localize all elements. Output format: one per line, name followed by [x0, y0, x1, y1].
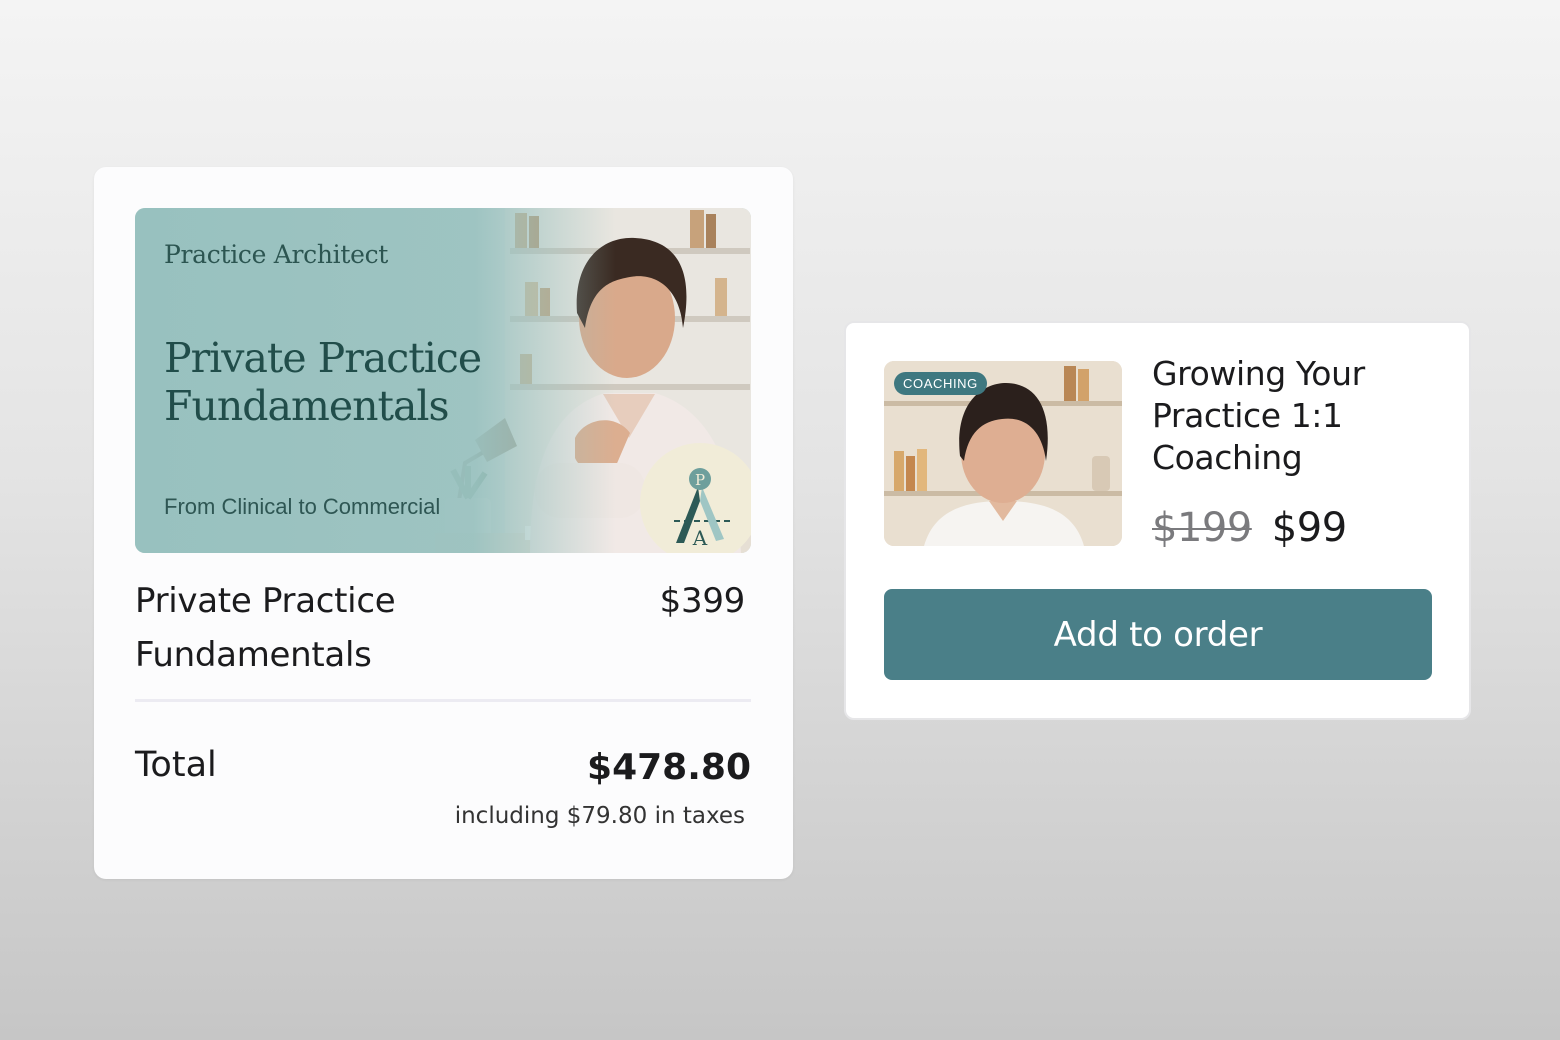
- banner-brand: Practice Architect: [164, 240, 389, 269]
- banner-subtitle: From Clinical to Commercial: [164, 494, 441, 519]
- total-value: $478.80: [587, 747, 751, 788]
- course-banner-image: Practice Architect Private Practice Fund…: [135, 208, 751, 553]
- line-item-price: $399: [659, 581, 746, 621]
- sale-price: $99: [1271, 505, 1347, 551]
- tax-note: including $79.80 in taxes: [454, 803, 745, 829]
- order-summary-card: Practice Architect Private Practice Fund…: [94, 167, 793, 879]
- divider: [135, 699, 751, 702]
- banner-title: Private Practice Fundamentals: [164, 334, 482, 430]
- add-to-order-button[interactable]: Add to order: [884, 589, 1432, 680]
- coaching-badge: COACHING: [894, 372, 987, 395]
- upsell-price-row: $199 $99: [1152, 505, 1347, 551]
- upsell-card: COACHING Growing Your Practice 1:1 Coach…: [844, 321, 1471, 720]
- compass-logo-icon: P A: [640, 443, 751, 553]
- total-label: Total: [135, 745, 217, 785]
- coaching-thumbnail: COACHING: [884, 361, 1122, 546]
- line-item-name: Private Practice Fundamentals: [135, 581, 396, 675]
- original-price: $199: [1152, 505, 1252, 551]
- upsell-title: Growing Your Practice 1:1 Coaching: [1152, 354, 1365, 477]
- logo-letter-a: A: [692, 526, 708, 550]
- line-item: Private Practice Fundamentals $399: [135, 574, 751, 682]
- logo-letter-p: P: [695, 471, 705, 489]
